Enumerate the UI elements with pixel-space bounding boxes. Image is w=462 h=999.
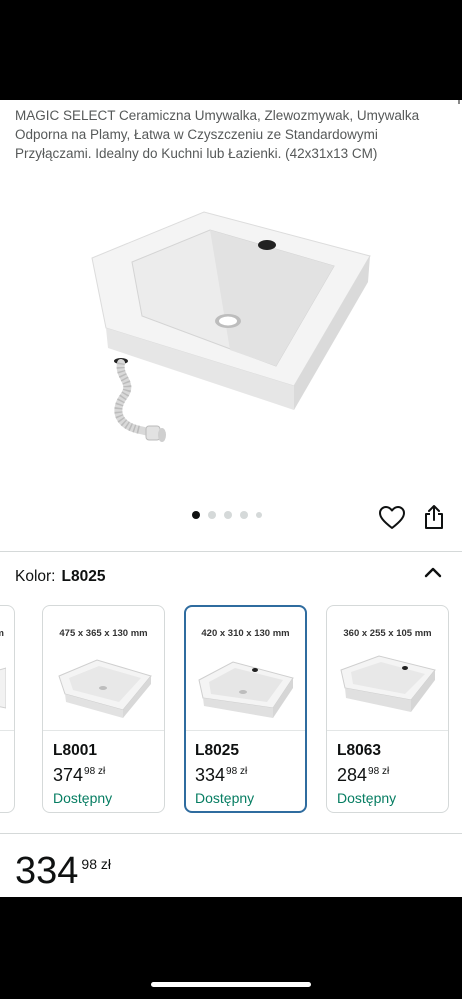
variant-price-main: 334 [195,765,226,785]
variant-price-fraction: 98 zł [84,766,106,777]
divider [0,551,462,552]
variant-availability: Dostępny [337,790,397,806]
gallery-dot[interactable] [240,511,248,519]
variant-selector-label: Kolor: L8025 [15,568,105,586]
gallery-dot[interactable] [256,512,262,518]
variant-price: 37498 zł [53,765,105,786]
variant-label: Kolor: [15,568,56,585]
gallery-dot[interactable] [208,511,216,519]
variant-availability: Dostępny [53,790,113,806]
variant-price: 28498 zł [337,765,389,786]
variant-dimensions: 360 x 255 x 105 mm [343,628,432,639]
product-price: 334 98 zł [15,850,111,893]
variant-dimensions: mm [0,628,14,639]
variant-dimensions: 420 x 310 x 130 mm [201,628,290,639]
product-page: MAGIC SELECT Ceramiczna Umywalka, Zlewoz… [0,100,462,897]
heart-icon[interactable] [379,506,405,530]
product-price-main: 334 [15,850,79,892]
share-icon[interactable] [422,504,446,530]
variant-thumbnail [198,661,294,718]
variant-price-fraction: 98 zł [368,766,390,777]
gallery-dot[interactable] [224,511,232,519]
variant-code: L8063 [337,742,381,759]
variant-card-l8025[interactable]: 420 x 310 x 130 mm L8025 33498 zł Dostęp… [184,605,307,813]
variant-price-main: 284 [337,765,368,785]
variant-price-main: 374 [53,765,84,785]
variant-card-l8063[interactable]: 360 x 255 x 105 mm L8063 28498 zł Dostęp… [326,605,449,813]
product-title: MAGIC SELECT Ceramiczna Umywalka, Zlewoz… [15,108,420,161]
variant-thumbnail [58,659,152,718]
home-indicator[interactable] [151,982,311,987]
gallery-dot[interactable] [192,511,200,519]
variant-thumbnail [340,655,436,712]
variant-card-l8001[interactable]: 475 x 365 x 130 mm L8001 37498 zł Dostęp… [42,605,165,813]
variant-price: 33498 zł [195,765,247,786]
variant-code: L8001 [53,742,97,759]
variant-card[interactable]: mm [0,605,15,813]
product-price-fraction: 98 zł [81,856,111,872]
variant-code: L8025 [195,742,239,759]
variant-thumbnail [0,667,6,709]
variant-availability: Dostępny [195,790,255,806]
gallery-pagination[interactable] [192,511,262,519]
divider [0,833,462,834]
chevron-up-icon[interactable] [424,566,442,578]
variant-value: L8025 [61,568,106,585]
scroll-indicator [458,100,460,104]
product-image[interactable] [80,200,380,460]
variant-dimensions: 475 x 365 x 130 mm [59,628,148,639]
variant-price-fraction: 98 zł [226,766,248,777]
